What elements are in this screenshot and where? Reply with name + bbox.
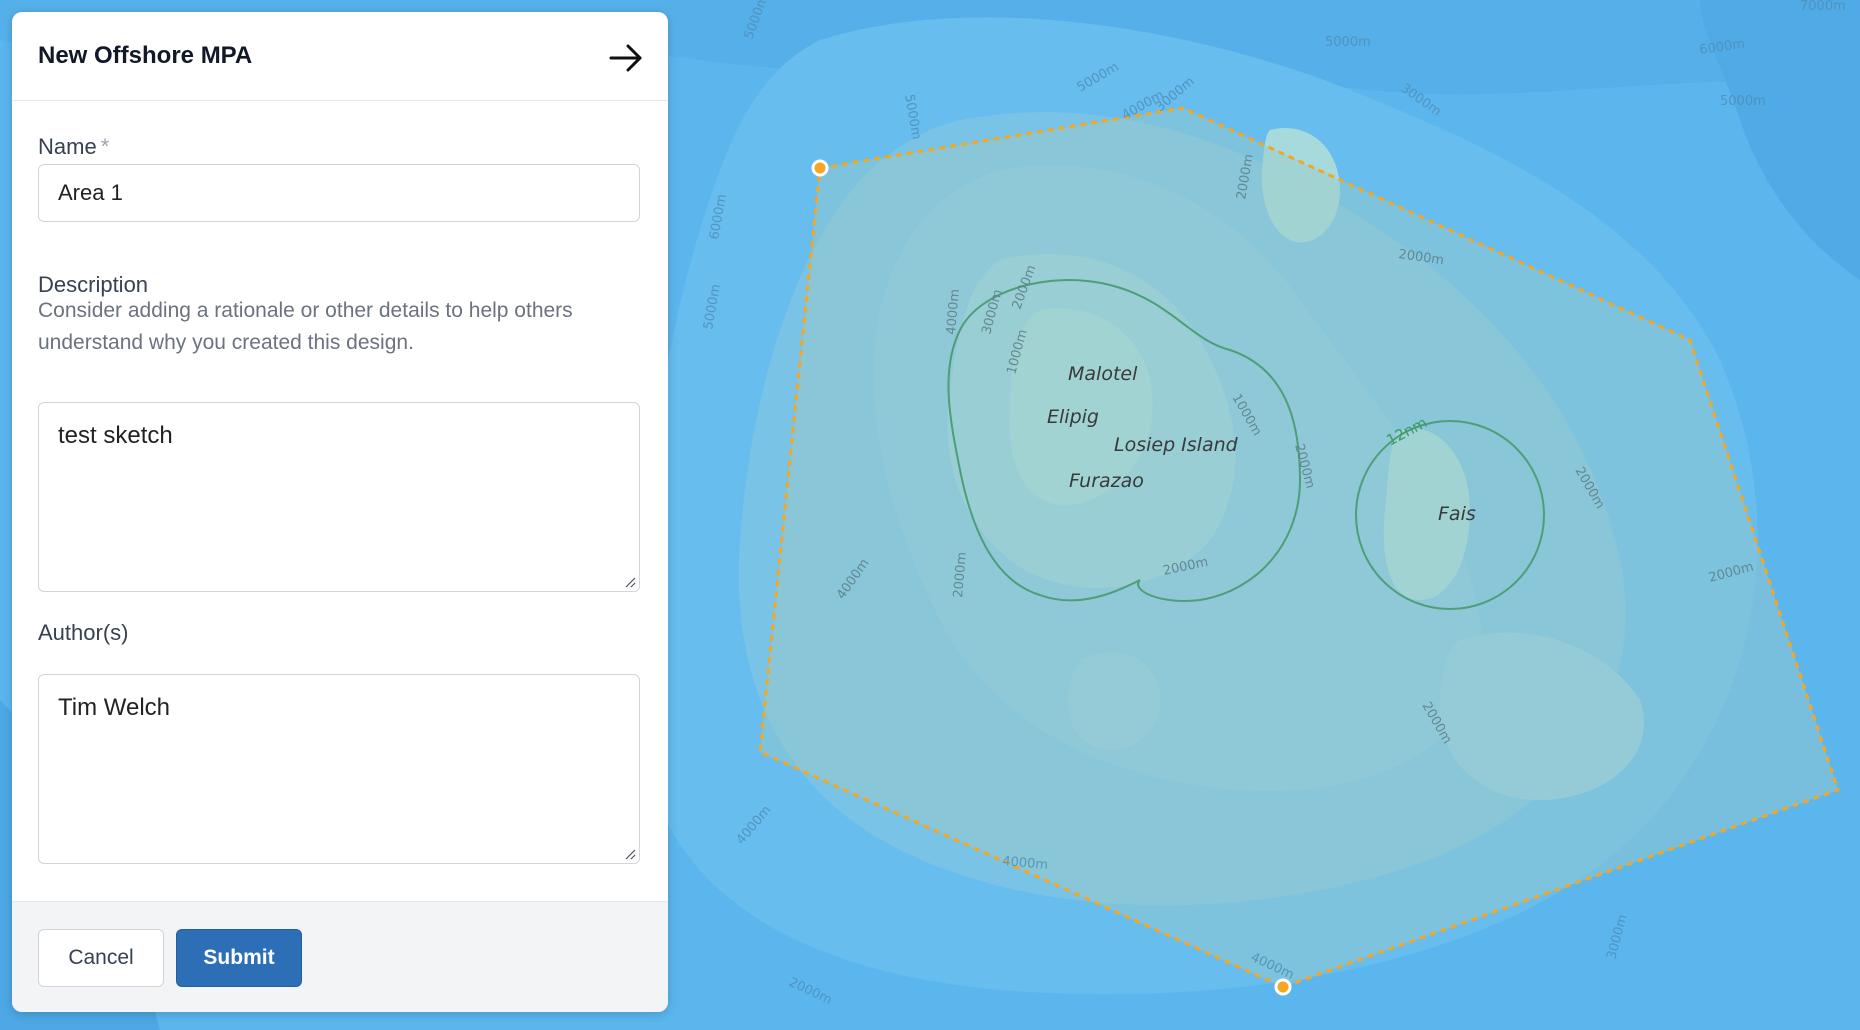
panel-footer: Cancel Submit: [12, 901, 668, 1012]
sketch-form-panel: New Offshore MPA Name * Area 1 Descriptio…: [12, 12, 668, 1012]
resize-handle-icon[interactable]: [624, 576, 636, 588]
contour-label: 5000m: [1325, 35, 1371, 50]
authors-label: Author(s): [38, 620, 129, 645]
authors-value: Tim Welch: [58, 694, 171, 721]
arrow-right-icon: [609, 44, 642, 72]
polygon-vertex-handle[interactable]: [1274, 978, 1292, 996]
contour-label: 7000m: [1800, 0, 1846, 14]
panel-header: New Offshore MPA: [12, 12, 668, 101]
description-textarea[interactable]: test sketch: [38, 402, 640, 592]
description-help-text: Consider adding a rationale or other det…: [38, 299, 573, 354]
name-label: Name *: [38, 134, 110, 159]
resize-handle-icon[interactable]: [624, 848, 636, 860]
island-label-furazao: Furazao: [1069, 470, 1144, 492]
panel-title: New Offshore MPA: [38, 42, 253, 69]
collapse-panel-button[interactable]: [606, 40, 646, 76]
island-label-losiep: Losiep Island: [1114, 434, 1239, 456]
cancel-button[interactable]: Cancel: [38, 929, 164, 987]
island-label-elipig: Elipig: [1047, 406, 1099, 428]
island-label-malotel: Malotel: [1068, 363, 1138, 385]
required-mark: *: [100, 134, 110, 159]
contour-label: 5000m: [1720, 94, 1766, 109]
description-value: test sketch: [58, 422, 173, 449]
authors-textarea[interactable]: Tim Welch: [38, 674, 640, 864]
name-input[interactable]: Area 1: [38, 164, 640, 222]
polygon-vertex-handle[interactable]: [811, 159, 829, 177]
island-label-fais: Fais: [1438, 503, 1476, 525]
submit-button[interactable]: Submit: [176, 929, 302, 987]
